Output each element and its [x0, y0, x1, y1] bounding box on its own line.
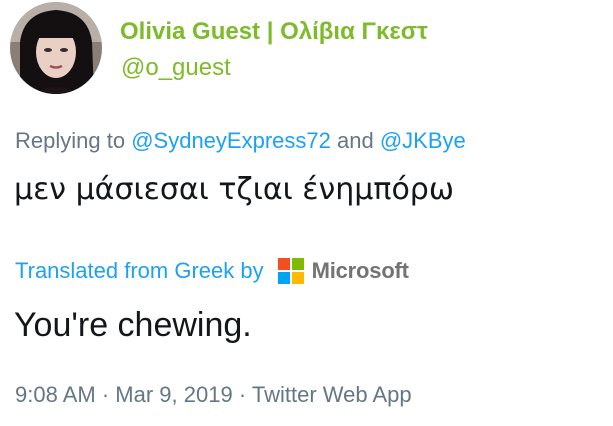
- display-name[interactable]: Olivia Guest | Ολίβια Γκεστ: [120, 18, 428, 46]
- tweet-source-link[interactable]: Twitter Web App: [252, 382, 412, 407]
- microsoft-logo-icon: [277, 258, 304, 284]
- translated-text: You're chewing.: [14, 306, 252, 344]
- tweet-date-link[interactable]: Mar 9, 2019: [115, 382, 232, 407]
- tweet-time-link[interactable]: 9:08 AM: [15, 382, 96, 407]
- replying-joiner: and: [336, 128, 374, 153]
- meta-separator: ·: [238, 382, 247, 407]
- tweet-text: μεν μάσιεσαι τζιαι ένημπόρω: [14, 172, 454, 207]
- avatar[interactable]: [10, 2, 102, 94]
- mention-jkbye-link[interactable]: @JKBye: [380, 128, 466, 153]
- translated-label: Translated from Greek by: [15, 258, 264, 283]
- avatar-image: [10, 2, 102, 94]
- replying-to-line: Replying to @SydneyExpress72 and @JKBye: [15, 128, 466, 154]
- meta-separator: ·: [101, 382, 110, 407]
- mention-sydneyexpress72-link[interactable]: @SydneyExpress72: [131, 128, 331, 153]
- translated-by-link[interactable]: Translated from Greek by Microsoft: [15, 258, 409, 284]
- microsoft-wordmark: Microsoft: [311, 258, 409, 283]
- tweet-meta: 9:08 AM · Mar 9, 2019 · Twitter Web App: [15, 382, 412, 408]
- user-handle[interactable]: @o_guest: [121, 54, 231, 82]
- replying-prefix: Replying to: [15, 128, 126, 153]
